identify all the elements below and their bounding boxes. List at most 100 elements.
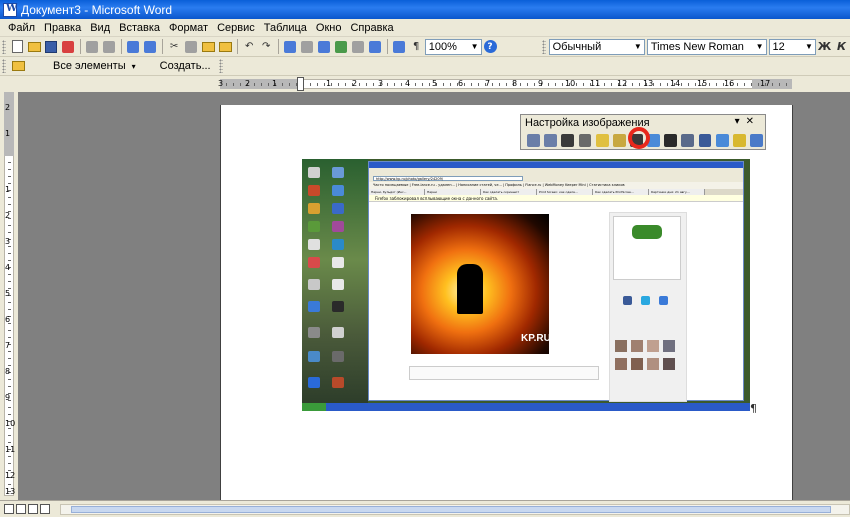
save-button[interactable] xyxy=(44,39,59,55)
hyperlink-button[interactable] xyxy=(283,39,298,55)
font-size-select[interactable]: 12 ▼ xyxy=(768,38,816,55)
spelling-button[interactable] xyxy=(126,39,141,55)
menu-format[interactable]: Формат xyxy=(169,22,208,34)
ruler-number: 4 xyxy=(5,263,11,272)
insert-table-button[interactable] xyxy=(317,39,332,55)
browser-tab: Print Screen: как сдела... xyxy=(537,189,593,195)
desktop-icon xyxy=(308,279,320,290)
menu-edit[interactable]: Правка xyxy=(44,22,81,34)
friend-thumbnail xyxy=(631,358,643,370)
outline-view-button[interactable] xyxy=(40,504,50,514)
tables-borders-button[interactable] xyxy=(300,39,315,55)
less-contrast-button[interactable] xyxy=(578,133,592,147)
document-map-button[interactable] xyxy=(392,39,407,55)
italic-button[interactable]: К xyxy=(834,39,849,55)
format-picture-button[interactable] xyxy=(715,133,729,147)
set-transparent-color-button[interactable] xyxy=(732,133,746,147)
toolbar-grip[interactable] xyxy=(2,59,6,73)
toolbar-options-icon[interactable]: ▾ xyxy=(735,116,746,127)
desktop-icon xyxy=(332,301,344,312)
text-wrapping-button[interactable] xyxy=(698,133,712,147)
web-view-button[interactable] xyxy=(16,504,26,514)
ruler-number: 10 xyxy=(565,79,576,88)
columns-button[interactable] xyxy=(351,39,366,55)
new-document-icon xyxy=(11,40,23,53)
copy-button[interactable] xyxy=(184,39,199,55)
normal-view-button[interactable] xyxy=(4,504,14,514)
undo-button[interactable]: ↶ xyxy=(242,39,257,55)
toolbar-separator xyxy=(386,39,388,54)
ruler-number: 7 xyxy=(5,341,11,350)
word-app-icon[interactable] xyxy=(3,2,17,17)
show-hide-button[interactable]: ¶ xyxy=(409,39,424,55)
browser-address-bar: http://www.kp.ru/photo/gallery/24209/ xyxy=(373,175,523,181)
new-document-button[interactable] xyxy=(10,39,25,55)
toolbar-grip[interactable] xyxy=(218,59,223,73)
reviewing-button[interactable] xyxy=(10,58,26,74)
color-button[interactable] xyxy=(544,133,558,147)
floppy-icon xyxy=(45,40,58,53)
toolbar-separator xyxy=(120,39,122,54)
menu-table[interactable]: Таблица xyxy=(264,22,307,34)
vk-icon xyxy=(659,296,668,305)
toolbar-grip[interactable] xyxy=(541,39,546,54)
menu-help[interactable]: Справка xyxy=(350,22,393,34)
help-button[interactable]: ? xyxy=(483,39,498,55)
paste-button[interactable] xyxy=(201,39,216,55)
menu-view[interactable]: Вид xyxy=(90,22,110,34)
bold-button[interactable]: Ж xyxy=(817,39,832,55)
all-elements-button[interactable]: Все элементы xyxy=(53,60,126,72)
open-button[interactable] xyxy=(27,39,42,55)
desktop-icon xyxy=(332,221,344,232)
insert-picture-button[interactable] xyxy=(527,133,540,147)
style-select[interactable]: Обычный ▼ xyxy=(548,38,645,55)
print-layout-button[interactable] xyxy=(28,504,38,514)
ruler-number: 3 xyxy=(218,79,224,88)
menu-bar: Файл Правка Вид Вставка Формат Сервис Та… xyxy=(0,19,850,37)
horizontal-ruler[interactable]: 3 2 1 1 2 3 4 5 6 7 8 9 10 11 12 13 14 1… xyxy=(0,76,850,92)
chevron-down-icon: ▼ xyxy=(755,41,764,51)
scrollbar-thumb[interactable] xyxy=(71,506,831,513)
ruler-number: 2 xyxy=(352,79,358,88)
windows-taskbar xyxy=(302,403,750,411)
twitter-icon xyxy=(641,296,650,305)
desktop-icon xyxy=(332,203,344,214)
toolbar-grip[interactable] xyxy=(2,39,6,54)
redo-button[interactable]: ↷ xyxy=(259,39,274,55)
copy-icon xyxy=(185,40,198,53)
print-button[interactable] xyxy=(85,39,100,55)
cut-button[interactable]: ✂ xyxy=(167,39,182,55)
zoom-select[interactable]: 100% ▼ xyxy=(424,38,482,55)
desktop-icon xyxy=(332,279,344,290)
less-brightness-button[interactable] xyxy=(612,133,626,147)
inserted-picture[interactable]: http://www.kp.ru/photo/gallery/24209/ Ча… xyxy=(302,159,750,411)
columns-icon xyxy=(352,40,365,53)
reset-picture-button[interactable] xyxy=(750,133,763,147)
drawing-button[interactable] xyxy=(368,39,383,55)
spelling-icon xyxy=(127,40,140,53)
menu-insert[interactable]: Вставка xyxy=(119,22,160,34)
close-icon[interactable]: ✕ xyxy=(746,116,760,127)
ruler-number: 2 xyxy=(5,103,11,112)
create-button[interactable]: Создать... xyxy=(160,60,211,72)
horizontal-scrollbar[interactable] xyxy=(60,504,850,515)
format-painter-button[interactable] xyxy=(218,39,233,55)
more-brightness-button[interactable] xyxy=(595,133,609,147)
vertical-ruler[interactable]: 2 1 1 2 3 4 5 6 7 8 9 10 11 12 13 xyxy=(0,92,18,500)
more-contrast-button[interactable] xyxy=(561,133,575,147)
ruler-number: 8 xyxy=(512,79,518,88)
print-preview-button[interactable] xyxy=(102,39,117,55)
menu-window[interactable]: Окно xyxy=(316,22,342,34)
permission-button[interactable] xyxy=(61,39,76,55)
compress-pictures-button[interactable] xyxy=(681,133,695,147)
indent-marker[interactable] xyxy=(297,77,304,91)
insert-excel-button[interactable] xyxy=(334,39,349,55)
menu-tools[interactable]: Сервис xyxy=(217,22,255,34)
font-select[interactable]: Times New Roman ▼ xyxy=(646,38,767,55)
browser-tab: Картинки дня: 21 авгу... xyxy=(649,189,705,195)
menu-file[interactable]: Файл xyxy=(8,22,35,34)
research-button[interactable] xyxy=(143,39,158,55)
folder-icon xyxy=(27,41,41,52)
line-style-button[interactable] xyxy=(664,133,678,147)
ruler-number: 11 xyxy=(5,445,16,454)
